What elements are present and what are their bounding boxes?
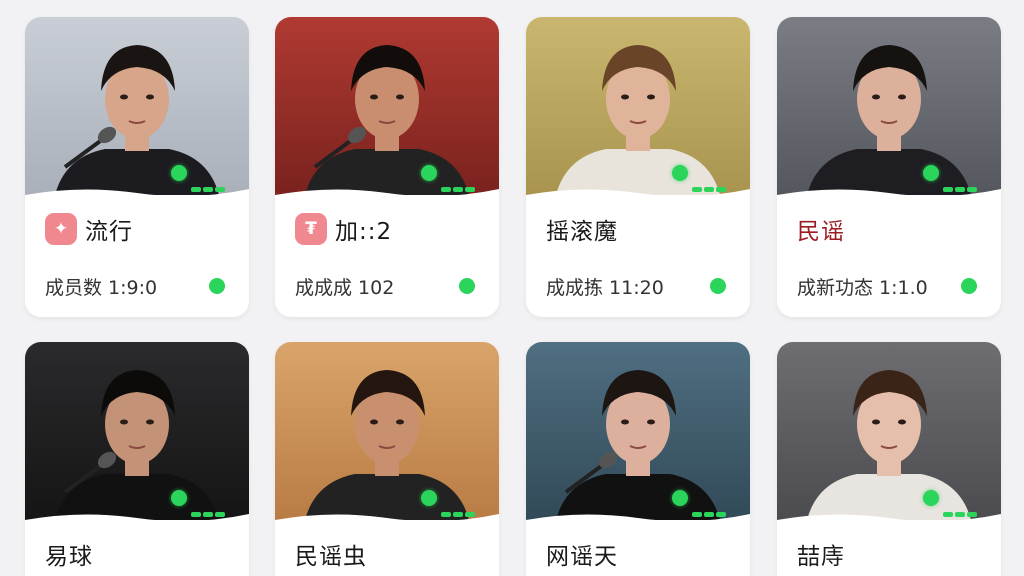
card-thumbnail [275,342,499,520]
artist-photo [777,17,1001,195]
audio-level-icon [943,187,977,192]
card-stat-row: 成成成 102 [295,273,475,299]
genre-tag-icon: ✦ [45,213,77,245]
online-status-icon [171,490,187,506]
online-status-icon [421,490,437,506]
online-status-icon [672,490,688,506]
card-title: 民谣虫 [295,544,367,570]
audio-level-icon [692,187,726,192]
audio-level-icon [191,187,225,192]
card-title-row: ₮ 加::2 [295,213,392,245]
card-thumbnail [777,17,1001,195]
card-thumbnail [275,17,499,195]
online-status-icon [923,490,939,506]
card-title-row: 易球 [45,538,93,570]
live-indicator-icon [961,278,977,294]
live-indicator-icon [209,278,225,294]
card-title: 民谣 [797,219,845,245]
card-thumbnail [777,342,1001,520]
card-title-row: 民谣虫 [295,538,367,570]
channel-grid: ✦ 流行成员数 1:9:0 ₮ 加::2成成成 102 摇滚魔成成拣 11:20 [0,0,1024,576]
card-thumbnail [25,342,249,520]
card-title: 网谣天 [546,544,618,570]
audio-level-icon [943,512,977,517]
live-indicator-icon [459,278,475,294]
channel-card[interactable]: 民谣成新功态 1:1.0 [777,17,1001,317]
audio-level-icon [441,512,475,517]
card-title: 摇滚魔 [546,219,618,245]
card-title: 喆庤 [797,544,845,570]
online-status-icon [421,165,437,181]
card-title: 流行 [85,219,133,245]
card-title: 加::2 [335,219,393,245]
channel-card[interactable]: 易球 [25,342,249,576]
audio-level-icon [441,187,475,192]
card-title-row: 网谣天 [546,538,618,570]
card-stat-text: 成新功态 1:1.0 [797,276,928,299]
audio-level-icon [692,512,726,517]
genre-tag-icon: ₮ [295,213,327,245]
channel-card[interactable]: 摇滚魔成成拣 11:20 [526,17,750,317]
artist-photo [275,17,499,195]
channel-card[interactable]: ✦ 流行成员数 1:9:0 [25,17,249,317]
channel-card[interactable]: 喆庤 [777,342,1001,576]
card-thumbnail [526,17,750,195]
artist-photo [25,342,249,520]
online-status-icon [923,165,939,181]
card-title-row: 喆庤 [797,538,845,570]
online-status-icon [171,165,187,181]
online-status-icon [672,165,688,181]
card-stat-row: 成新功态 1:1.0 [797,273,977,299]
card-thumbnail [526,342,750,520]
artist-photo [777,342,1001,520]
card-stat-text: 成员数 1:9:0 [45,276,158,299]
card-stat-text: 成成成 102 [295,276,395,299]
artist-photo [275,342,499,520]
channel-card[interactable]: ₮ 加::2成成成 102 [275,17,499,317]
card-title-row: 摇滚魔 [546,213,618,245]
card-thumbnail [25,17,249,195]
live-indicator-icon [710,278,726,294]
card-title: 易球 [45,544,93,570]
artist-photo [526,342,750,520]
card-stat-text: 成成拣 11:20 [546,276,664,299]
artist-photo [526,17,750,195]
channel-card[interactable]: 网谣天 [526,342,750,576]
card-title-row: 民谣 [797,213,845,245]
card-stat-row: 成员数 1:9:0 [45,273,225,299]
card-stat-row: 成成拣 11:20 [546,273,726,299]
card-title-row: ✦ 流行 [45,213,133,245]
channel-card[interactable]: 民谣虫 [275,342,499,576]
artist-photo [25,17,249,195]
audio-level-icon [191,512,225,517]
